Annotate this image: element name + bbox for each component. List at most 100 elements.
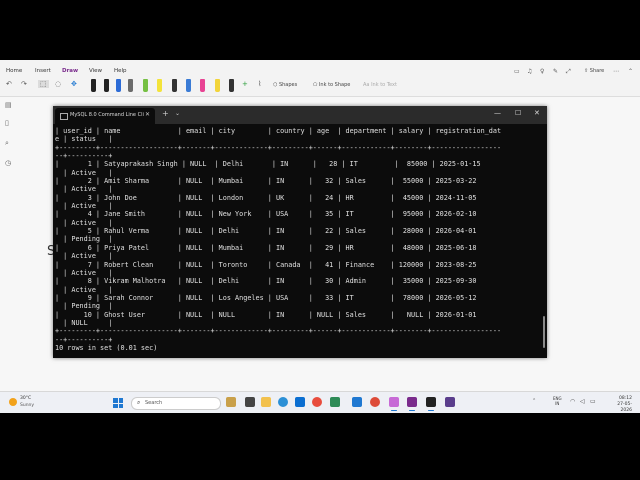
ruler-icon[interactable]: ⌇ bbox=[258, 80, 261, 88]
chevron-up-icon[interactable]: ⌃ bbox=[532, 398, 536, 404]
pen-black-icon[interactable] bbox=[91, 79, 96, 92]
history-icon[interactable]: ◷ bbox=[5, 159, 11, 167]
terminal-line: | Active | bbox=[55, 285, 113, 294]
battery-icon[interactable]: ▭ bbox=[590, 398, 596, 405]
collapse-icon[interactable]: ⌃ bbox=[628, 68, 633, 75]
terminal-line: +---------+-------------------+-------+-… bbox=[55, 327, 502, 336]
windows-logo-part bbox=[118, 403, 123, 408]
lightbulb-icon[interactable]: ♀ bbox=[540, 68, 544, 75]
terminal-line: +---------+-------------------+-------+-… bbox=[55, 143, 502, 152]
ink-to-text-button[interactable]: Aa Ink to Text bbox=[363, 82, 397, 88]
sidebar: ▤ ▯ ⌕ ◷ bbox=[0, 97, 18, 397]
maximize-icon[interactable]: ☐ bbox=[515, 109, 521, 117]
clock[interactable]: 08:12 27-05-2026 bbox=[606, 396, 632, 413]
app-purple-icon[interactable] bbox=[445, 397, 455, 407]
language-indicator[interactable]: ENG IN bbox=[553, 396, 562, 406]
terminal-line: e | status | bbox=[55, 135, 113, 144]
chrome-2-icon[interactable] bbox=[370, 397, 380, 407]
store-icon[interactable] bbox=[295, 397, 305, 407]
weather-temp[interactable]: 30°C bbox=[20, 396, 31, 401]
chrome-icon[interactable] bbox=[312, 397, 322, 407]
terminal-output[interactable]: | user_id | name | email | city | countr… bbox=[55, 127, 541, 357]
minimize-icon[interactable]: — bbox=[494, 109, 501, 117]
add-pen-icon[interactable]: + bbox=[242, 80, 248, 88]
lasso-icon[interactable]: ◌ bbox=[55, 80, 61, 88]
pen-gray-icon[interactable] bbox=[128, 79, 133, 92]
terminal-icon bbox=[60, 113, 68, 120]
terminal-line: | Active | bbox=[55, 218, 113, 227]
search-sidebar-icon[interactable]: ⌕ bbox=[5, 139, 9, 148]
tab-draw[interactable]: Draw bbox=[62, 68, 79, 77]
screen: Home Insert Draw View Help ▭ ♫ ♀ ✎ ⤢ ⇪ S… bbox=[0, 60, 640, 413]
search-label: Search bbox=[145, 400, 163, 406]
terminal-titlebar[interactable]: MySQL 8.0 Command Line Cli ✕ + ⌄ — ☐ ✕ bbox=[53, 106, 547, 124]
wifi-icon[interactable]: ◠ bbox=[570, 398, 575, 405]
share-button[interactable]: ⇪ Share bbox=[584, 68, 604, 74]
taskbar: 30°C Sunny ⌕ Search ⌃ ENG IN ◠ ◁ ▭ 08:12… bbox=[0, 391, 640, 413]
select-tool-icon[interactable]: ⬚ bbox=[38, 80, 49, 88]
weather-desc[interactable]: Sunny bbox=[20, 403, 34, 408]
ink-to-shape-button[interactable]: ⬠ Ink to Shape bbox=[313, 82, 350, 88]
taskbar-search[interactable]: ⌕ Search bbox=[131, 397, 221, 410]
clock-date: 27-05-2026 bbox=[617, 402, 632, 413]
tab-view[interactable]: View bbox=[89, 68, 102, 74]
shapes-label: Shapes bbox=[278, 82, 298, 88]
terminal-tab[interactable]: MySQL 8.0 Command Line Cli ✕ bbox=[55, 108, 155, 124]
terminal-taskbar-icon[interactable] bbox=[426, 397, 436, 411]
onenote-icon[interactable] bbox=[407, 397, 417, 411]
file-explorer-icon[interactable] bbox=[261, 397, 271, 407]
terminal-scrollbar[interactable] bbox=[543, 316, 545, 348]
new-tab-icon[interactable]: + bbox=[162, 109, 169, 118]
move-icon[interactable]: ✥ bbox=[71, 80, 77, 88]
sun-icon[interactable] bbox=[9, 398, 17, 406]
undo-icon[interactable]: ↶ bbox=[6, 80, 12, 88]
ink-to-text-label: Ink to Text bbox=[371, 82, 397, 88]
lang-line2: IN bbox=[555, 401, 560, 406]
terminal-line: | Pending | bbox=[55, 235, 113, 244]
edge-icon[interactable] bbox=[278, 397, 288, 407]
pen-pink-icon[interactable] bbox=[200, 79, 205, 92]
pages-icon[interactable]: ▯ bbox=[5, 119, 9, 127]
settings-app-icon[interactable] bbox=[389, 397, 399, 411]
pen-black-2-icon[interactable] bbox=[104, 79, 109, 92]
terminal-line: | 7 | Robert Clean | NULL | Toronto | Ca… bbox=[55, 260, 477, 269]
redo-icon[interactable]: ↷ bbox=[21, 80, 27, 88]
highlighter-green-icon[interactable] bbox=[143, 79, 148, 92]
tab-dropdown-icon[interactable]: ⌄ bbox=[175, 110, 180, 117]
highlighter-yellow-2-icon[interactable] bbox=[215, 79, 220, 92]
tab-home[interactable]: Home bbox=[6, 68, 22, 74]
vscode-icon[interactable] bbox=[352, 397, 362, 407]
sticky-note-icon[interactable]: ▭ bbox=[514, 68, 520, 75]
terminal-window: MySQL 8.0 Command Line Cli ✕ + ⌄ — ☐ ✕ |… bbox=[53, 106, 547, 358]
edit-icon[interactable]: ✎ bbox=[553, 68, 558, 75]
terminal-line: | Pending | bbox=[55, 302, 113, 311]
terminal-line: | 10 | Ghost User | NULL | NULL | IN | N… bbox=[55, 310, 477, 319]
start-button[interactable] bbox=[113, 398, 123, 408]
tab-close-icon[interactable]: ✕ bbox=[145, 111, 150, 118]
close-window-icon[interactable]: ✕ bbox=[534, 109, 540, 117]
pen-blue-icon[interactable] bbox=[116, 79, 121, 92]
pen-blue-2-icon[interactable] bbox=[186, 79, 191, 92]
fullscreen-icon[interactable]: ⤢ bbox=[566, 68, 571, 76]
volume-icon[interactable]: ◁ bbox=[580, 398, 585, 405]
terminal-line: | 4 | Jane Smith | NULL | New York | USA… bbox=[55, 210, 477, 219]
windows-logo-part bbox=[113, 398, 118, 403]
shapes-button[interactable]: ⬡ Shapes bbox=[273, 82, 297, 88]
app-green-icon[interactable] bbox=[330, 397, 340, 407]
terminal-line: | 1 | Satyaprakash Singh | NULL | Delhi … bbox=[55, 160, 481, 169]
widgets-icon[interactable] bbox=[226, 397, 236, 407]
pen-dark-2-icon[interactable] bbox=[229, 79, 234, 92]
ribbon-tabs: Home Insert Draw View Help ▭ ♫ ♀ ✎ ⤢ ⇪ S… bbox=[0, 60, 640, 77]
terminal-line: | 3 | John Doe | NULL | London | UK | 24… bbox=[55, 193, 477, 202]
terminal-line: | Active | bbox=[55, 268, 113, 277]
tab-help[interactable]: Help bbox=[114, 68, 127, 74]
pen-dark-icon[interactable] bbox=[172, 79, 177, 92]
bell-icon[interactable]: ♫ bbox=[527, 68, 532, 75]
terminal-line: | Active | bbox=[55, 202, 113, 211]
notebooks-icon[interactable]: ▤ bbox=[5, 101, 12, 109]
more-icon[interactable]: ⋯ bbox=[613, 68, 619, 75]
task-view-icon[interactable] bbox=[245, 397, 255, 407]
highlighter-yellow-icon[interactable] bbox=[157, 79, 162, 92]
tab-insert[interactable]: Insert bbox=[35, 68, 51, 74]
